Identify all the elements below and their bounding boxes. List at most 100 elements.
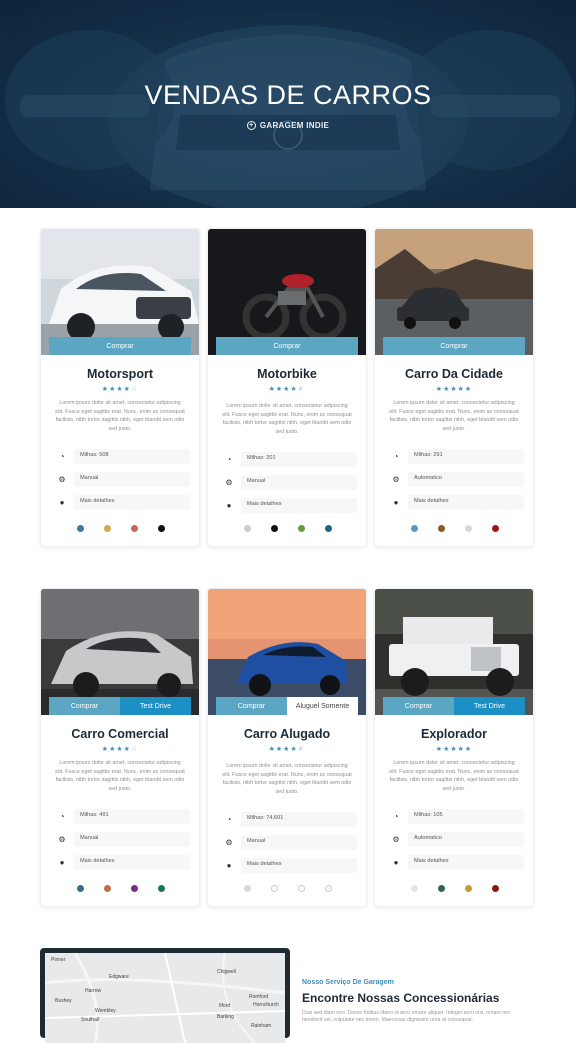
buy-button[interactable]: Comprar — [49, 337, 191, 355]
more-details-link[interactable]: Mais detalhes — [241, 498, 357, 513]
rating-stars: ★★★★★ — [435, 386, 473, 393]
color-swatch[interactable] — [77, 885, 84, 892]
color-swatch[interactable] — [465, 885, 472, 892]
color-swatch[interactable] — [244, 525, 251, 532]
buy-button[interactable]: Comprar — [49, 697, 120, 715]
color-swatches — [208, 525, 366, 532]
color-swatch[interactable] — [492, 885, 499, 892]
map-canvas[interactable]: Pinner Chigwell Edgware Harrow Wembley I… — [45, 953, 285, 1043]
map-label: Barking — [217, 1014, 234, 1020]
speedometer-icon: ◔ — [393, 812, 399, 821]
gears-icon: ⚙ — [58, 475, 66, 484]
mileage-text: Milhas: 508 — [74, 449, 190, 464]
color-swatch[interactable] — [411, 525, 418, 532]
map-label: Harrow — [85, 988, 102, 994]
color-swatch-empty[interactable] — [271, 885, 278, 892]
map-label: Edgware — [109, 974, 129, 980]
color-swatch[interactable] — [438, 525, 445, 532]
color-swatches — [41, 885, 199, 892]
color-swatches — [375, 525, 533, 532]
rating-stars: ★★★★⯪ — [268, 746, 306, 753]
car-description: Lorem ipsum dolor sit amet, consectetur … — [389, 400, 519, 432]
transmission-text: Manual — [74, 472, 190, 487]
test-drive-button[interactable]: Test Drive — [120, 697, 191, 715]
color-swatch[interactable] — [411, 885, 418, 892]
mileage-text: Milhas: 74,601 — [241, 812, 357, 827]
gears-icon: ⚙ — [225, 838, 233, 847]
color-swatch[interactable] — [131, 525, 138, 532]
gears-icon: ⚙ — [225, 478, 233, 487]
button-bar: Comprar — [49, 337, 191, 355]
buy-button[interactable]: Comprar — [216, 337, 358, 355]
hero-subtitle: + GARAGEM INDIE — [0, 121, 576, 130]
button-bar: Comprar Test Drive — [49, 697, 191, 715]
buy-button[interactable]: Comprar — [383, 337, 525, 355]
color-swatch[interactable] — [438, 885, 445, 892]
more-details-link[interactable]: Mais detalhes — [408, 495, 524, 510]
more-details-link[interactable]: Mais detalhes — [74, 495, 190, 510]
color-swatches — [375, 885, 533, 892]
transmission-text: Automatico — [408, 832, 524, 847]
feature-list: ◔ Milhas: 291 ⚙ Automatico ● Mais detalhes — [384, 449, 524, 518]
car-card-explorador: Explorador ★★★★★ Lorem ipsum dolor sit a… — [374, 588, 534, 907]
section-text: Duis sed diam orci. Donec finibus libero… — [302, 1010, 511, 1023]
car-title: Carro Comercial — [71, 727, 169, 741]
color-swatch[interactable] — [244, 885, 251, 892]
buy-button[interactable]: Comprar — [383, 697, 454, 715]
car-title: Explorador — [421, 727, 487, 741]
map-label: Chigwell — [217, 969, 236, 975]
color-swatch[interactable] — [131, 885, 138, 892]
color-swatch[interactable] — [298, 525, 305, 532]
color-swatches — [41, 525, 199, 532]
transmission-text: Automatico — [408, 472, 524, 487]
rating-stars: ★★★★⯪ — [268, 386, 306, 393]
more-details-link[interactable]: Mais detalhes — [408, 855, 524, 870]
info-icon: ● — [59, 498, 65, 507]
map-label: Romford — [249, 994, 269, 1000]
car-title: Carro Da Cidade — [405, 367, 503, 381]
color-swatch[interactable] — [158, 885, 165, 892]
button-bar: Comprar — [216, 337, 358, 355]
color-swatch[interactable] — [158, 525, 165, 532]
info-icon: ● — [226, 501, 232, 510]
color-swatch[interactable] — [77, 525, 84, 532]
button-bar: Comprar Aluguel Somente — [216, 697, 358, 715]
info-icon: ● — [226, 861, 232, 870]
feature-list: ◔ Milhas: 74,601 ⚙ Manual ● Mais detalhes — [217, 812, 357, 881]
hero-banner: VENDAS DE CARROS + GARAGEM INDIE — [0, 0, 576, 208]
mileage-text: Milhas: 291 — [408, 449, 524, 464]
more-details-link[interactable]: Mais detalhes — [74, 855, 190, 870]
gears-icon: ⚙ — [392, 475, 400, 484]
test-drive-button[interactable]: Test Drive — [454, 697, 525, 715]
car-row-2: Carro Comercial ★★★★☆ Lorem ipsum dolor … — [40, 588, 536, 907]
info-icon: ● — [59, 858, 65, 867]
color-swatch[interactable] — [492, 525, 499, 532]
color-swatch[interactable] — [325, 525, 332, 532]
color-swatch[interactable] — [271, 525, 278, 532]
transmission-text: Manual — [74, 832, 190, 847]
car-card-motorbike: Motorbike ★★★★⯪ Lorem ipsum dolor sit am… — [207, 228, 367, 547]
feature-list: ◔ Milhas: 105 ⚙ Automatico ● Mais detalhes — [384, 809, 524, 878]
plus-circle-icon: + — [246, 121, 256, 130]
gears-icon: ⚙ — [392, 835, 400, 844]
speedometer-icon: ◔ — [59, 452, 65, 461]
color-swatches — [208, 885, 366, 892]
color-swatch-empty[interactable] — [298, 885, 305, 892]
car-description: Lorem ipsum dolor sit amet, consectetur … — [222, 403, 352, 435]
buy-button[interactable]: Comprar — [216, 697, 287, 715]
map-label: Pinner — [51, 957, 66, 963]
more-details-link[interactable]: Mais detalhes — [241, 858, 357, 873]
mileage-text: Milhas: 491 — [74, 809, 190, 824]
map-label: Southall — [81, 1017, 100, 1023]
color-swatch-empty[interactable] — [325, 885, 332, 892]
color-swatch[interactable] — [104, 525, 111, 532]
color-swatch[interactable] — [104, 885, 111, 892]
color-swatch[interactable] — [465, 525, 472, 532]
rental-only-button[interactable]: Aluguel Somente — [287, 697, 358, 715]
map-label: Wembley — [95, 1008, 116, 1014]
car-card-motorsport: Motorsport ★★★★☆ Lorem ipsum dolor sit a… — [40, 228, 200, 547]
speedometer-icon: ◔ — [59, 812, 65, 821]
car-card-carro-comercial: Carro Comercial ★★★★☆ Lorem ipsum dolor … — [40, 588, 200, 907]
dealership-map[interactable]: Pinner Chigwell Edgware Harrow Wembley I… — [40, 948, 290, 1043]
button-bar: Comprar — [383, 337, 525, 355]
